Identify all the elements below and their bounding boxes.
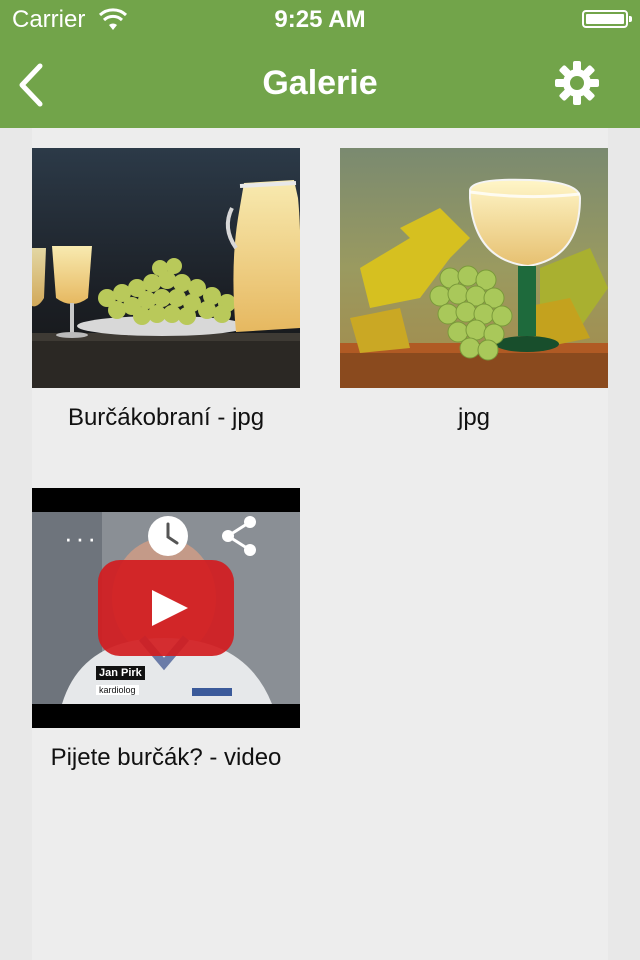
watch-later-icon[interactable] [146, 514, 190, 558]
grape-juice-photo [32, 148, 300, 388]
page-title: Galerie [262, 64, 378, 102]
more-icon[interactable]: ··· [64, 525, 99, 551]
gallery-thumbnail[interactable] [340, 148, 608, 388]
gallery-item[interactable]: Burčákobraní - jpg [32, 148, 300, 432]
clock: 9:25 AM [274, 6, 366, 33]
battery-icon [582, 10, 632, 28]
wine-glass-photo [340, 148, 608, 388]
play-button[interactable] [98, 560, 234, 656]
settings-button[interactable] [554, 60, 600, 106]
gallery-caption: Burčákobraní - jpg [67, 404, 265, 431]
gallery-caption: jpg [457, 404, 491, 431]
speaker-role: kardiolog [96, 685, 139, 695]
top-bar: Carrier 9:25 AM Galerie [0, 0, 640, 128]
name-caption-overlay: Jan Pirk kardiolog [96, 666, 145, 698]
video-thumbnail[interactable]: ··· Jan Pirk kardiolog [32, 488, 300, 728]
gallery-item[interactable]: jpg [340, 148, 608, 432]
status-bar: Carrier 9:25 AM [0, 0, 640, 40]
speaker-name: Jan Pirk [96, 666, 145, 680]
gallery-thumbnail[interactable] [32, 148, 300, 388]
gallery-item[interactable]: ··· Jan Pirk kardiolog Pijete burčák? - … [32, 488, 300, 772]
gallery-grid: Burčákobraní - jpg jpg ··· Jan Pirk kard… [32, 128, 608, 960]
share-icon[interactable] [220, 514, 260, 558]
play-icon [152, 590, 188, 626]
navigation-bar: Galerie [0, 40, 640, 128]
gallery-caption: Pijete burčák? - video [50, 744, 282, 771]
